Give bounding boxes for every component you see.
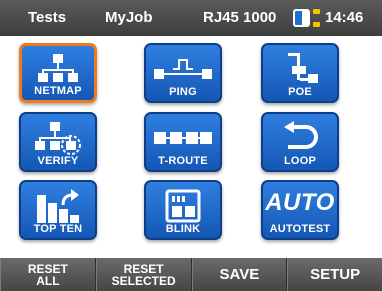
- loop-tile[interactable]: LOOP: [261, 112, 339, 172]
- ping-icon: [146, 50, 220, 88]
- blink-tile[interactable]: BLINK: [144, 180, 222, 240]
- autotest-tile[interactable]: AUTO AUTOTEST: [261, 180, 339, 240]
- reset-all-button[interactable]: RESET ALL: [0, 258, 96, 291]
- verify-tile[interactable]: VERIFY: [19, 112, 97, 172]
- poe-icon: [263, 50, 337, 88]
- netmap-icon: [22, 51, 94, 89]
- warning-icon: [313, 9, 320, 27]
- poe-tile[interactable]: POE: [261, 43, 339, 103]
- tests-menu[interactable]: Tests: [28, 9, 66, 26]
- tile-label: NETMAP: [34, 85, 82, 97]
- ping-tile[interactable]: PING: [144, 43, 222, 103]
- loop-icon: [263, 119, 337, 157]
- status-bar: Tests MyJob RJ45 1000 14:46: [0, 0, 382, 36]
- setup-button[interactable]: SETUP: [287, 258, 382, 291]
- reset-selected-line2: SELECTED: [111, 273, 176, 288]
- reset-selected-line1: RESET: [123, 261, 164, 276]
- save-button[interactable]: SAVE: [191, 258, 288, 291]
- top-ten-icon: [21, 187, 95, 225]
- battery-icon: [293, 9, 310, 27]
- test-grid: NETMAP PING POE VERIFY T-ROUTE LOOP TOP …: [0, 36, 382, 258]
- tile-label: TOP TEN: [33, 223, 83, 235]
- tile-label: PING: [169, 86, 197, 98]
- reset-selected-button[interactable]: RESET SELECTED: [95, 258, 192, 291]
- traceroute-icon: [146, 119, 220, 157]
- netmap-tile[interactable]: NETMAP: [19, 43, 97, 103]
- verify-icon: [21, 119, 95, 157]
- tile-label: LOOP: [284, 155, 316, 167]
- reset-all-line1: RESET: [27, 261, 68, 276]
- setup-label: SETUP: [310, 265, 361, 283]
- blink-icon: [146, 187, 220, 225]
- top-ten-tile[interactable]: TOP TEN: [19, 180, 97, 240]
- traceroute-tile[interactable]: T-ROUTE: [144, 112, 222, 172]
- clock: 14:46: [325, 9, 364, 26]
- job-name[interactable]: MyJob: [105, 9, 153, 26]
- save-label: SAVE: [219, 265, 260, 283]
- softkey-bar: RESET ALL RESET SELECTED SAVE SETUP: [0, 258, 382, 291]
- tile-label: AUTOTEST: [269, 223, 331, 235]
- tile-label: VERIFY: [37, 155, 79, 167]
- tile-label: BLINK: [165, 223, 201, 235]
- autotest-icon: AUTO: [265, 189, 335, 216]
- link-status: RJ45 1000: [203, 9, 277, 26]
- tile-label: T-ROUTE: [158, 155, 208, 167]
- reset-all-line2: ALL: [36, 273, 60, 288]
- tile-label: POE: [288, 86, 312, 98]
